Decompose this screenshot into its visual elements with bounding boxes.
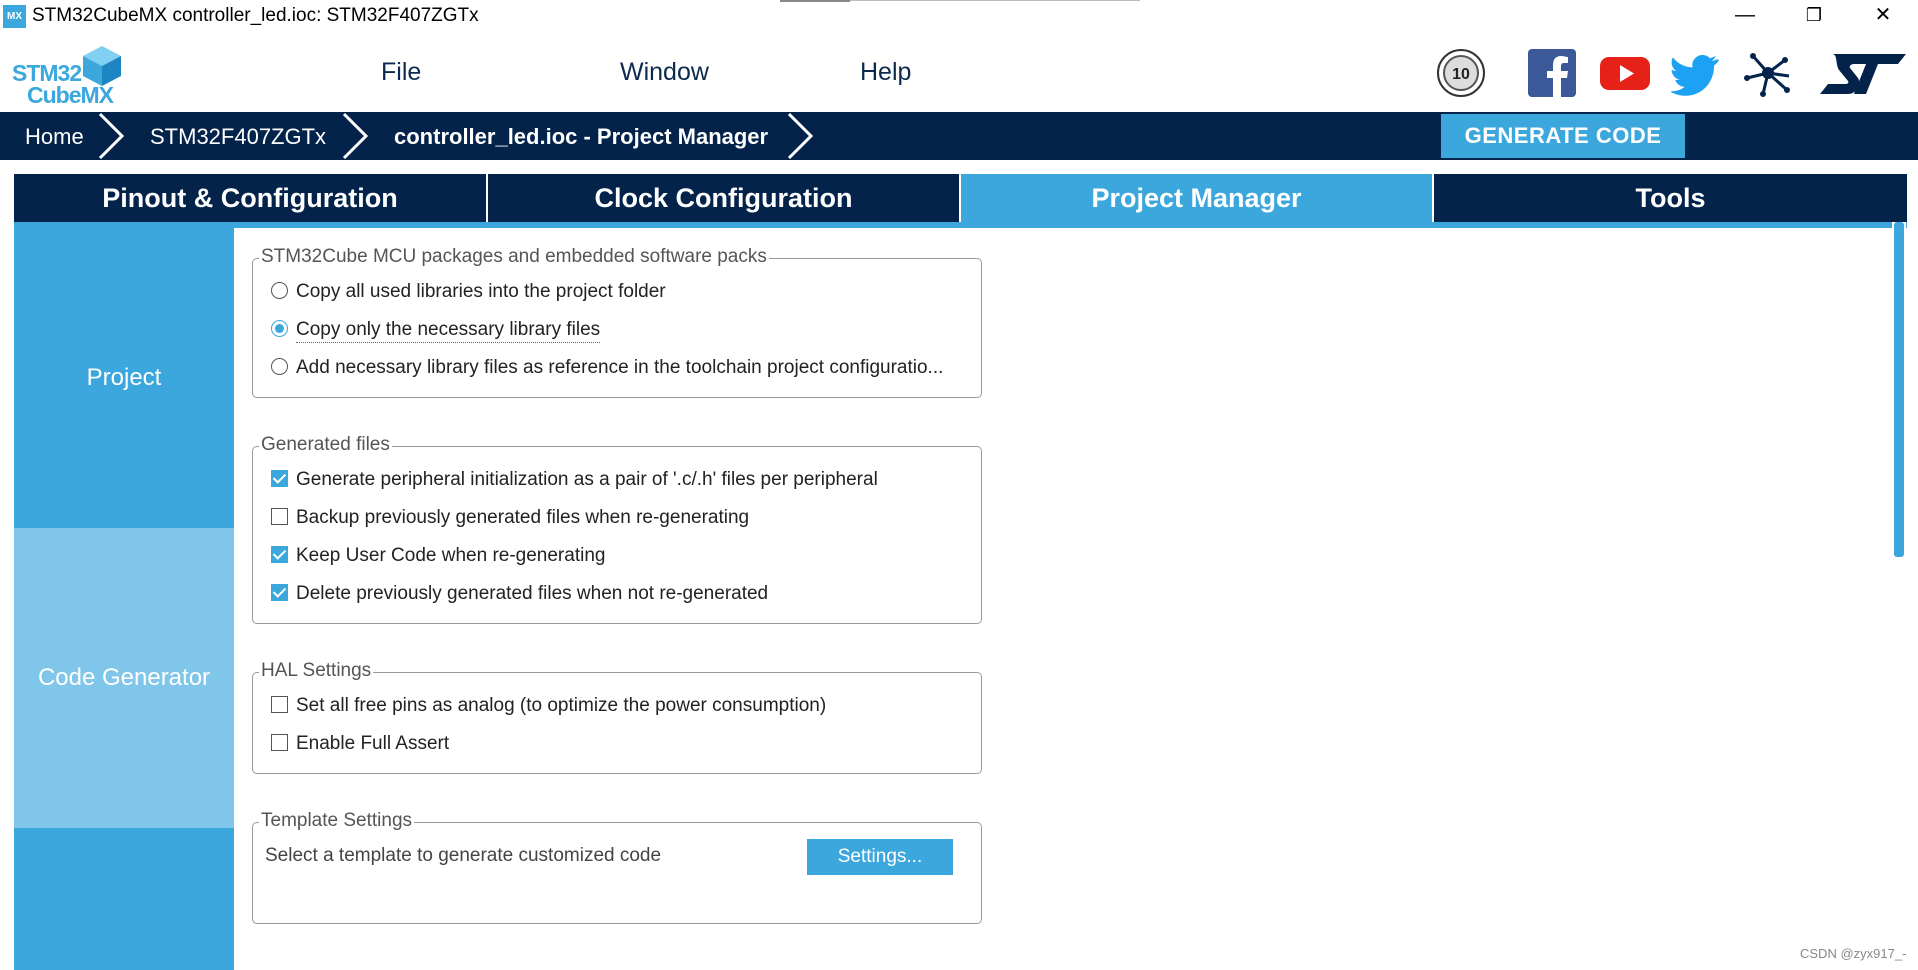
tab-pinout-configuration[interactable]: Pinout & Configuration (14, 174, 486, 222)
twitter-icon[interactable] (1671, 48, 1721, 98)
chevron-right-icon (342, 112, 369, 160)
breadcrumb-mcu[interactable]: STM32F407ZGTx (150, 124, 326, 150)
template-description: Select a template to generate customized… (265, 845, 662, 866)
copy-necessary-option[interactable]: Copy only the necessary library files (271, 319, 601, 343)
scrollbar-thumb[interactable] (1894, 222, 1904, 557)
backup-label: Backup previously generated files when r… (296, 507, 750, 528)
facebook-icon[interactable] (1528, 48, 1576, 98)
breadcrumb-project[interactable]: controller_led.ioc - Project Manager (394, 124, 768, 150)
generated-files-group: Generated files Generate peripheral init… (252, 434, 982, 624)
checkbox-delete-files[interactable] (271, 584, 288, 601)
restore-button[interactable]: ❐ (1786, 0, 1842, 32)
template-settings-button[interactable]: Settings... (807, 839, 953, 875)
youtube-icon[interactable] (1600, 48, 1650, 98)
logo-line2: CubeMX (27, 82, 114, 108)
delete-files-option[interactable]: Delete previously generated files when n… (271, 583, 768, 605)
stm32cubemx-logo: STM32 CubeMX (12, 44, 122, 108)
tab-tools[interactable]: Tools (1434, 174, 1907, 222)
radio-add-reference[interactable] (271, 358, 288, 375)
copy-all-label: Copy all used libraries into the project… (296, 281, 666, 302)
sidebar-item-code-generator[interactable]: Code Generator (14, 528, 234, 828)
checkbox-full-assert[interactable] (271, 734, 288, 751)
minimize-button[interactable]: — (1717, 0, 1773, 32)
close-button[interactable]: ✕ (1855, 0, 1911, 32)
copy-all-libraries-option[interactable]: Copy all used libraries into the project… (271, 281, 666, 303)
watermark: CSDN @zyx917_- (1800, 946, 1907, 961)
menu-help[interactable]: Help (860, 58, 911, 87)
menu-window[interactable]: Window (620, 58, 709, 87)
template-settings-legend: Template Settings (259, 810, 415, 832)
packages-group: STM32Cube MCU packages and embedded soft… (252, 246, 982, 398)
keep-user-code-option[interactable]: Keep User Code when re-generating (271, 545, 605, 567)
delete-files-label: Delete previously generated files when n… (296, 583, 769, 604)
full-assert-option[interactable]: Enable Full Assert (271, 733, 449, 755)
add-reference-label: Add necessary library files as reference… (296, 357, 944, 378)
checkbox-free-pins-analog[interactable] (271, 696, 288, 713)
tab-project-manager[interactable]: Project Manager (961, 174, 1432, 222)
packages-legend: STM32Cube MCU packages and embedded soft… (259, 246, 769, 268)
radio-copy-all[interactable] (271, 282, 288, 299)
generate-code-button[interactable]: GENERATE CODE (1441, 114, 1685, 158)
window-titlebar: MX STM32CubeMX controller_led.ioc: STM32… (0, 0, 1918, 34)
radio-copy-necessary[interactable] (271, 320, 288, 337)
main-tabs: Pinout & Configuration Clock Configurati… (14, 174, 1907, 222)
full-assert-label: Enable Full Assert (296, 733, 450, 754)
keep-user-code-label: Keep User Code when re-generating (296, 545, 606, 566)
free-pins-analog-label: Set all free pins as analog (to optimize… (296, 695, 827, 716)
add-reference-option[interactable]: Add necessary library files as reference… (271, 357, 943, 379)
breadcrumb-home[interactable]: Home (25, 124, 84, 150)
hal-settings-group: HAL Settings Set all free pins as analog… (252, 660, 982, 774)
window-title: STM32CubeMX controller_led.ioc: STM32F40… (32, 5, 479, 26)
chevron-right-icon (98, 112, 125, 160)
hal-settings-legend: HAL Settings (259, 660, 374, 682)
sidebar: Project Code Generator (14, 228, 234, 970)
checkbox-keep-user-code[interactable] (271, 546, 288, 563)
10-years-badge-icon[interactable]: 10 (1436, 48, 1486, 98)
template-settings-group: Template Settings Select a template to g… (252, 810, 982, 924)
backup-files-option[interactable]: Backup previously generated files when r… (271, 507, 749, 529)
svg-text:10: 10 (1452, 66, 1470, 83)
tab-clock-configuration[interactable]: Clock Configuration (488, 174, 959, 222)
checkbox-generate-pair[interactable] (271, 470, 288, 487)
top-divider-accent (780, 0, 850, 2)
sidebar-item-project[interactable]: Project (14, 228, 234, 528)
st-logo-icon[interactable] (1818, 48, 1908, 98)
chevron-right-icon (787, 112, 814, 160)
menu-file[interactable]: File (381, 58, 421, 87)
network-icon[interactable] (1743, 48, 1793, 98)
generate-pair-label: Generate peripheral initialization as a … (296, 469, 878, 490)
generated-files-legend: Generated files (259, 434, 392, 456)
free-pins-analog-option[interactable]: Set all free pins as analog (to optimize… (271, 695, 826, 717)
generate-pair-files-option[interactable]: Generate peripheral initialization as a … (271, 469, 878, 491)
copy-necessary-label: Copy only the necessary library files (296, 319, 601, 343)
checkbox-backup[interactable] (271, 508, 288, 525)
app-icon: MX (3, 5, 26, 28)
